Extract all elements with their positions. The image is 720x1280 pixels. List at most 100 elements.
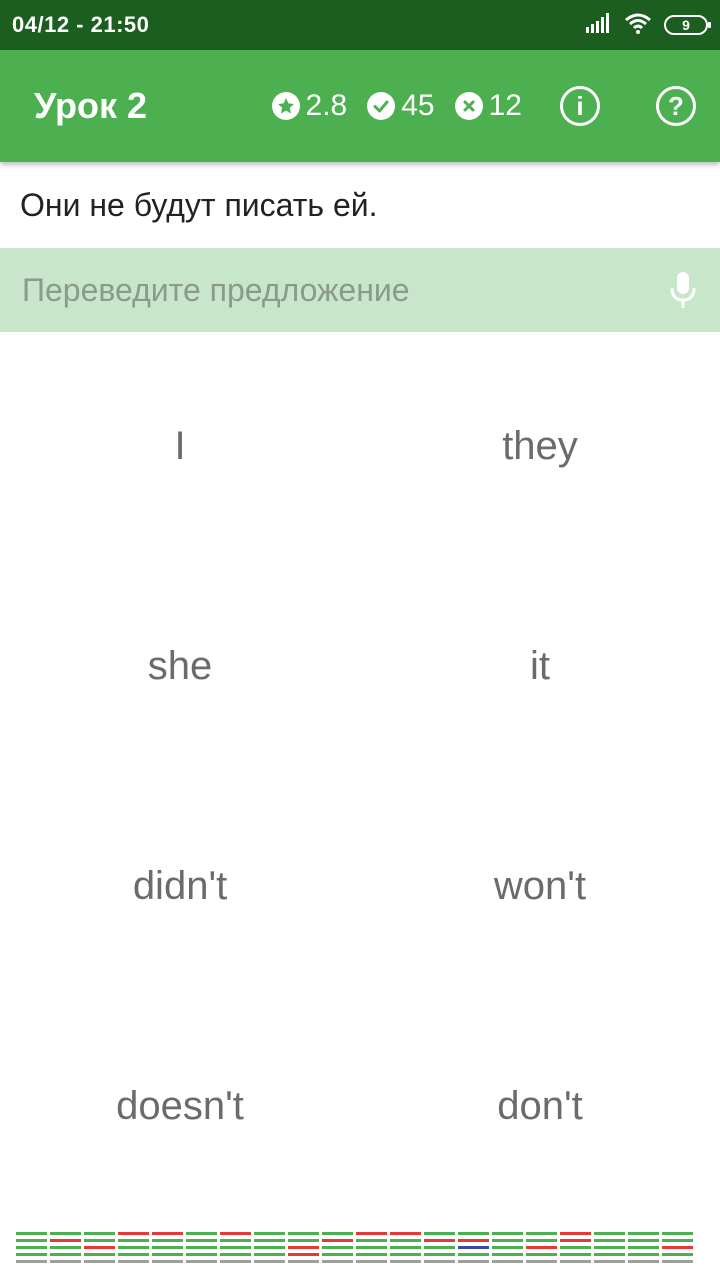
progress-cell bbox=[390, 1239, 421, 1242]
progress-cell bbox=[424, 1232, 455, 1235]
signal-icon bbox=[586, 12, 612, 38]
progress-cell bbox=[118, 1239, 149, 1242]
progress-cell bbox=[526, 1260, 557, 1263]
progress-cell bbox=[628, 1246, 659, 1249]
progress-cell bbox=[288, 1253, 319, 1256]
progress-cell bbox=[526, 1239, 557, 1242]
progress-cell bbox=[322, 1232, 353, 1235]
progress-cell bbox=[254, 1260, 285, 1263]
progress-cell bbox=[16, 1260, 47, 1263]
battery-icon: 9 bbox=[664, 15, 711, 35]
progress-cell bbox=[390, 1246, 421, 1249]
progress-cell bbox=[152, 1253, 183, 1256]
word-button-dont[interactable]: don't bbox=[360, 996, 720, 1216]
progress-cell bbox=[288, 1232, 319, 1235]
progress-cell bbox=[594, 1232, 625, 1235]
correct-stat: 45 bbox=[367, 89, 435, 123]
progress-cell bbox=[220, 1246, 251, 1249]
status-bar: 04/12 - 21:50 9 bbox=[0, 0, 720, 50]
progress-cell bbox=[560, 1246, 591, 1249]
progress-cell bbox=[526, 1246, 557, 1249]
progress-cell bbox=[526, 1253, 557, 1256]
progress-cell bbox=[458, 1239, 489, 1242]
progress-cell bbox=[560, 1260, 591, 1263]
progress-cell bbox=[152, 1239, 183, 1242]
wifi-icon bbox=[624, 12, 652, 39]
progress-cell bbox=[390, 1232, 421, 1235]
progress-cell bbox=[50, 1253, 81, 1256]
word-button-she[interactable]: she bbox=[0, 556, 360, 776]
progress-cell bbox=[594, 1246, 625, 1249]
progress-cell bbox=[356, 1246, 387, 1249]
progress-cell bbox=[288, 1239, 319, 1242]
progress-cell bbox=[560, 1232, 591, 1235]
progress-cell bbox=[152, 1246, 183, 1249]
progress-cell bbox=[662, 1246, 693, 1249]
progress-cell bbox=[390, 1260, 421, 1263]
word-button-i[interactable]: I bbox=[0, 336, 360, 556]
progress-cell bbox=[16, 1253, 47, 1256]
progress-cell bbox=[424, 1246, 455, 1249]
progress-cell bbox=[628, 1260, 659, 1263]
progress-cell bbox=[322, 1253, 353, 1256]
progress-cell bbox=[220, 1232, 251, 1235]
info-button[interactable]: i bbox=[560, 86, 600, 126]
progress-cell bbox=[186, 1260, 217, 1263]
progress-cell bbox=[662, 1253, 693, 1256]
progress-cell bbox=[84, 1239, 115, 1242]
progress-cell bbox=[50, 1246, 81, 1249]
status-time: 04/12 - 21:50 bbox=[12, 12, 150, 37]
progress-cell bbox=[594, 1260, 625, 1263]
progress-cell bbox=[458, 1260, 489, 1263]
word-choices: I they she it didn't won't doesn't don't bbox=[0, 336, 720, 1216]
progress-cell bbox=[662, 1239, 693, 1242]
progress-cell bbox=[628, 1232, 659, 1235]
progress-cell bbox=[220, 1253, 251, 1256]
progress-cell bbox=[356, 1260, 387, 1263]
progress-cell bbox=[424, 1260, 455, 1263]
word-button-doesnt[interactable]: doesn't bbox=[0, 996, 360, 1216]
answer-input[interactable] bbox=[20, 270, 666, 310]
progress-cell bbox=[322, 1260, 353, 1263]
microphone-icon[interactable] bbox=[666, 268, 700, 312]
progress-cell bbox=[84, 1253, 115, 1256]
wrong-stat: 12 bbox=[454, 89, 522, 123]
progress-cell bbox=[322, 1246, 353, 1249]
word-button-they[interactable]: they bbox=[360, 336, 720, 556]
progress-cell bbox=[186, 1239, 217, 1242]
progress-cell bbox=[220, 1239, 251, 1242]
progress-cell bbox=[628, 1253, 659, 1256]
answer-field-row bbox=[0, 248, 720, 332]
lesson-stats: 2.8 45 12 bbox=[271, 89, 522, 123]
progress-cell bbox=[288, 1260, 319, 1263]
check-icon bbox=[367, 92, 396, 120]
help-button[interactable]: ? bbox=[656, 86, 696, 126]
progress-cell bbox=[118, 1253, 149, 1256]
progress-cell bbox=[458, 1253, 489, 1256]
source-sentence: Они не будут писать ей. bbox=[20, 186, 378, 223]
word-button-didnt[interactable]: didn't bbox=[0, 776, 360, 996]
progress-cell bbox=[356, 1253, 387, 1256]
status-icons: 9 bbox=[586, 12, 711, 39]
progress-cell bbox=[662, 1232, 693, 1235]
rating-value: 2.8 bbox=[305, 89, 348, 122]
progress-cell bbox=[254, 1246, 285, 1249]
word-button-wont[interactable]: won't bbox=[360, 776, 720, 996]
progress-cell bbox=[356, 1232, 387, 1235]
progress-cell bbox=[84, 1232, 115, 1235]
progress-cell bbox=[492, 1246, 523, 1249]
progress-cell bbox=[16, 1239, 47, 1242]
progress-cell bbox=[118, 1232, 149, 1235]
progress-cell bbox=[254, 1232, 285, 1235]
progress-cell bbox=[186, 1246, 217, 1249]
star-icon bbox=[271, 92, 300, 120]
progress-cell bbox=[288, 1246, 319, 1249]
progress-cell bbox=[424, 1239, 455, 1242]
progress-cell bbox=[458, 1232, 489, 1235]
progress-cell bbox=[254, 1239, 285, 1242]
word-button-it[interactable]: it bbox=[360, 556, 720, 776]
lesson-title: Урок 2 bbox=[34, 85, 148, 126]
progress-cell bbox=[50, 1232, 81, 1235]
rating-stat: 2.8 bbox=[271, 89, 348, 123]
progress-cell bbox=[254, 1253, 285, 1256]
